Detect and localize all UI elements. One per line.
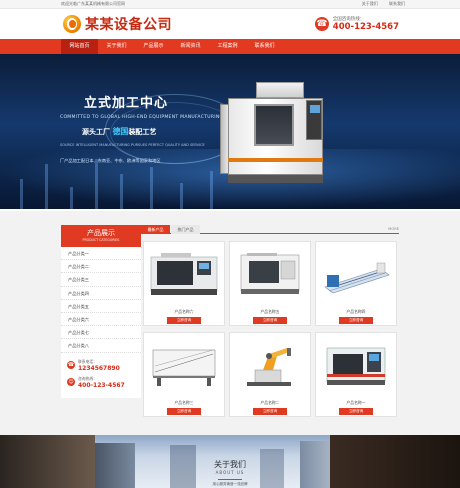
category-item[interactable]: 产品分类七 xyxy=(61,326,141,340)
main-content: 产品展示 PRODUCT CATEGORIES 产品分类一 产品分类二 产品分类… xyxy=(0,211,460,435)
nav-item-cases[interactable]: 工程案例 xyxy=(209,39,246,54)
sidebar-contact: ☎ 联系电话： 1234567890 ☺ 咨询热线： 400-123-4567 xyxy=(61,352,141,398)
about-title: 关于我们 xyxy=(214,460,246,469)
nav-item-products[interactable]: 产品展示 xyxy=(135,39,172,54)
products-section: 最新产品 热门产品 MORE 产品名称六 立即咨询 产品名称五 立即咨询 产品名… xyxy=(140,225,399,417)
product-tabs: 最新产品 热门产品 MORE xyxy=(140,225,399,234)
nav-item-home[interactable]: 网站首页 xyxy=(61,39,98,54)
product-card[interactable]: 产品名称四 立即咨询 xyxy=(315,241,397,326)
category-item[interactable]: 产品分类一 xyxy=(61,247,141,261)
sidebar-title-en: PRODUCT CATEGORIES xyxy=(82,238,120,242)
banner-bottom-tag: 厂产品加工配日本、东南亚、中东、欧洲等国家和地区 xyxy=(60,158,161,163)
glass-line-machine-image xyxy=(152,349,216,386)
top-bar: 欢迎光临广东某某机械有限公司官网 关于我们 联系我们 xyxy=(0,0,460,9)
top-link-about[interactable]: 关于我们 xyxy=(362,1,378,6)
about-divider xyxy=(218,479,242,480)
product-name: 产品名称六 xyxy=(174,309,194,314)
logo[interactable]: 某某设备公司 xyxy=(61,13,172,35)
banner-slogan: 源头工厂 德国装配工艺 xyxy=(82,126,156,137)
product-card[interactable]: 产品名称三 立即咨询 xyxy=(143,332,225,417)
product-grid: 产品名称六 立即咨询 产品名称五 立即咨询 产品名称四 立即咨询 产品名称三 立… xyxy=(140,241,399,417)
more-link[interactable]: MORE xyxy=(388,225,399,233)
phone-icon: ☎ xyxy=(314,17,329,31)
product-name: 产品名称五 xyxy=(260,309,280,314)
banner-title: 立式加工中心 xyxy=(84,96,169,111)
banner-slogan-prefix: 源头工厂 xyxy=(82,128,110,136)
nav-item-news[interactable]: 新闻资讯 xyxy=(172,39,209,54)
consult-button[interactable]: 立即咨询 xyxy=(253,408,287,415)
product-sidebar: 产品展示 PRODUCT CATEGORIES 产品分类一 产品分类二 产品分类… xyxy=(61,225,141,398)
phone-icon: ☎ xyxy=(67,361,75,369)
consult-button[interactable]: 立即咨询 xyxy=(253,317,287,324)
contact-hotline: 400-123-4567 xyxy=(78,381,125,389)
tab-latest-products[interactable]: 最新产品 xyxy=(141,225,170,234)
category-item[interactable]: 产品分类三 xyxy=(61,273,141,287)
category-list: 产品分类一 产品分类二 产品分类三 产品分类四 产品分类五 产品分类六 产品分类… xyxy=(61,247,141,353)
main-nav: 网站首页 关于我们 产品展示 新闻资讯 工程案例 联系我们 xyxy=(0,39,460,54)
nav-item-contact[interactable]: 联系我们 xyxy=(246,39,283,54)
banner-slogan-highlight: 德国 xyxy=(112,127,129,136)
header: 某某设备公司 ☎ 全国咨询热线： 400-123-4567 xyxy=(0,9,460,39)
category-item[interactable]: 产品分类四 xyxy=(61,287,141,300)
tab-hot-products[interactable]: 热门产品 xyxy=(171,225,200,234)
product-name: 产品名称三 xyxy=(174,400,194,405)
sidebar-title: 产品展示 xyxy=(87,229,115,237)
cnc-machine-image xyxy=(220,82,338,185)
consult-button[interactable]: 立即咨询 xyxy=(167,317,201,324)
consult-button[interactable]: 立即咨询 xyxy=(167,408,201,415)
product-name: 产品名称二 xyxy=(260,400,280,405)
logo-mark-icon xyxy=(61,13,83,35)
glass-edging-machine-image xyxy=(324,262,390,294)
contact-phone: 1234567890 xyxy=(78,364,120,372)
top-links: 关于我们 联系我们 xyxy=(352,1,405,7)
category-item[interactable]: 产品分类六 xyxy=(61,313,141,327)
cnc-lathe-image xyxy=(326,347,386,385)
about-subtitle: 用心服务铸造一流品牌 xyxy=(212,482,248,486)
hotline-number: 400-123-4567 xyxy=(332,22,399,32)
consult-button[interactable]: 立即咨询 xyxy=(339,408,373,415)
category-item[interactable]: 产品分类五 xyxy=(61,300,141,313)
about-title-en: ABOUT US xyxy=(215,470,245,475)
sidebar-header: 产品展示 PRODUCT CATEGORIES xyxy=(61,225,141,247)
headset-icon: ☺ xyxy=(67,378,75,386)
consult-button[interactable]: 立即咨询 xyxy=(339,317,373,324)
banner-slogan-suffix: 装配工艺 xyxy=(128,128,157,136)
top-link-contact[interactable]: 联系我们 xyxy=(389,1,405,6)
product-card[interactable]: 产品名称六 立即咨询 xyxy=(143,241,225,326)
product-card[interactable]: 产品名称五 立即咨询 xyxy=(229,241,311,326)
header-hotline: ☎ 全国咨询热线： 400-123-4567 xyxy=(314,16,399,32)
category-item[interactable]: 产品分类八 xyxy=(61,339,141,353)
company-name: 某某设备公司 xyxy=(85,17,172,33)
nav-item-about[interactable]: 关于我们 xyxy=(98,39,135,54)
product-card[interactable]: 产品名称二 立即咨询 xyxy=(229,332,311,417)
category-item[interactable]: 产品分类二 xyxy=(61,260,141,274)
product-card[interactable]: 产品名称一 立即咨询 xyxy=(315,332,397,417)
robot-arm-image xyxy=(247,348,291,386)
about-section: 关于我们 ABOUT US 用心服务铸造一流品牌 xyxy=(0,435,460,488)
welcome-text: 欢迎光临广东某某机械有限公司官网 xyxy=(61,1,125,6)
banner-subtitle: COMMITTED TO GLOBAL HIGH-END EQUIPMENT M… xyxy=(60,115,224,120)
product-name: 产品名称四 xyxy=(346,309,366,314)
banner-tagline: SOURCE INTELLIGENT MANUFACTURING PURSUES… xyxy=(60,143,205,147)
lathe-image xyxy=(150,253,218,295)
turning-center-image xyxy=(240,253,300,294)
hero-banner[interactable]: 立式加工中心 COMMITTED TO GLOBAL HIGH-END EQUI… xyxy=(0,54,460,209)
product-name: 产品名称一 xyxy=(346,400,366,405)
